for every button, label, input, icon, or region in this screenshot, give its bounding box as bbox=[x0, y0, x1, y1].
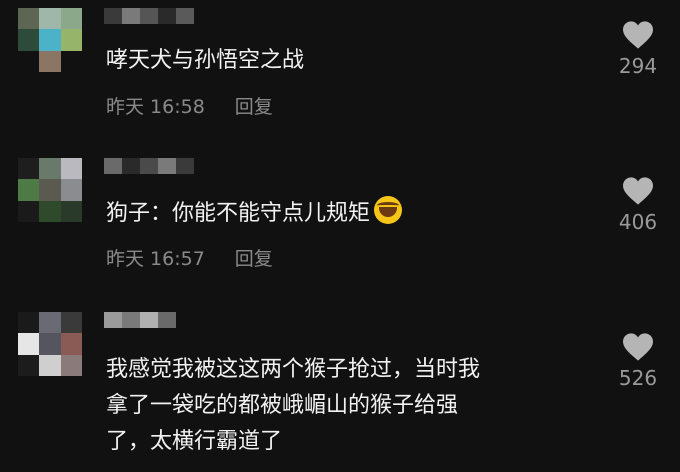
avatar[interactable] bbox=[18, 8, 82, 72]
like-count: 294 bbox=[618, 54, 658, 78]
like-button[interactable]: 406 bbox=[612, 176, 664, 234]
comment-text: 狗子：你能不能守点儿规矩 bbox=[106, 196, 586, 231]
comment-item: 我感觉我被这这两个猴子抢过，当时我 拿了一袋吃的都被峨嵋山的猴子给强 了，太横行… bbox=[0, 312, 680, 472]
comment-text-line: 我感觉我被这这两个猴子抢过，当时我 bbox=[106, 357, 481, 382]
comment-text: 我感觉我被这这两个猴子抢过，当时我 拿了一袋吃的都被峨嵋山的猴子给强 了，太横行… bbox=[106, 352, 586, 460]
comment-item: 哮天犬与孙悟空之战 昨天 16:58 回复 294 bbox=[0, 8, 680, 128]
avatar[interactable] bbox=[18, 158, 82, 222]
comment-text: 哮天犬与孙悟空之战 bbox=[106, 48, 305, 73]
heart-icon bbox=[623, 21, 653, 49]
like-count: 406 bbox=[618, 210, 658, 234]
comment-text-content: 狗子：你能不能守点儿规矩 bbox=[106, 201, 371, 226]
like-button[interactable]: 526 bbox=[612, 332, 664, 390]
heart-icon bbox=[623, 333, 653, 361]
heart-icon bbox=[623, 177, 653, 205]
avatar[interactable] bbox=[18, 312, 82, 376]
comment-text-line: 了，太横行霸道了 bbox=[106, 429, 283, 454]
comment-meta: 昨天 16:58 回复 bbox=[106, 92, 273, 119]
like-count: 526 bbox=[618, 366, 658, 390]
face-with-tears-of-joy-icon bbox=[374, 196, 403, 224]
username-pixelated[interactable] bbox=[104, 158, 194, 174]
reply-button[interactable]: 回复 bbox=[235, 92, 273, 119]
username-pixelated[interactable] bbox=[104, 8, 194, 24]
comment-text-line: 拿了一袋吃的都被峨嵋山的猴子给强 bbox=[106, 393, 459, 418]
timestamp: 昨天 16:57 bbox=[106, 248, 205, 270]
comment-meta: 昨天 16:57 回复 bbox=[106, 244, 273, 271]
like-button[interactable]: 294 bbox=[612, 20, 664, 78]
comment-item: 狗子：你能不能守点儿规矩 昨天 16:57 回复 406 bbox=[0, 158, 680, 278]
timestamp: 昨天 16:58 bbox=[106, 96, 205, 118]
username-pixelated[interactable] bbox=[104, 312, 176, 328]
reply-button[interactable]: 回复 bbox=[235, 244, 273, 271]
